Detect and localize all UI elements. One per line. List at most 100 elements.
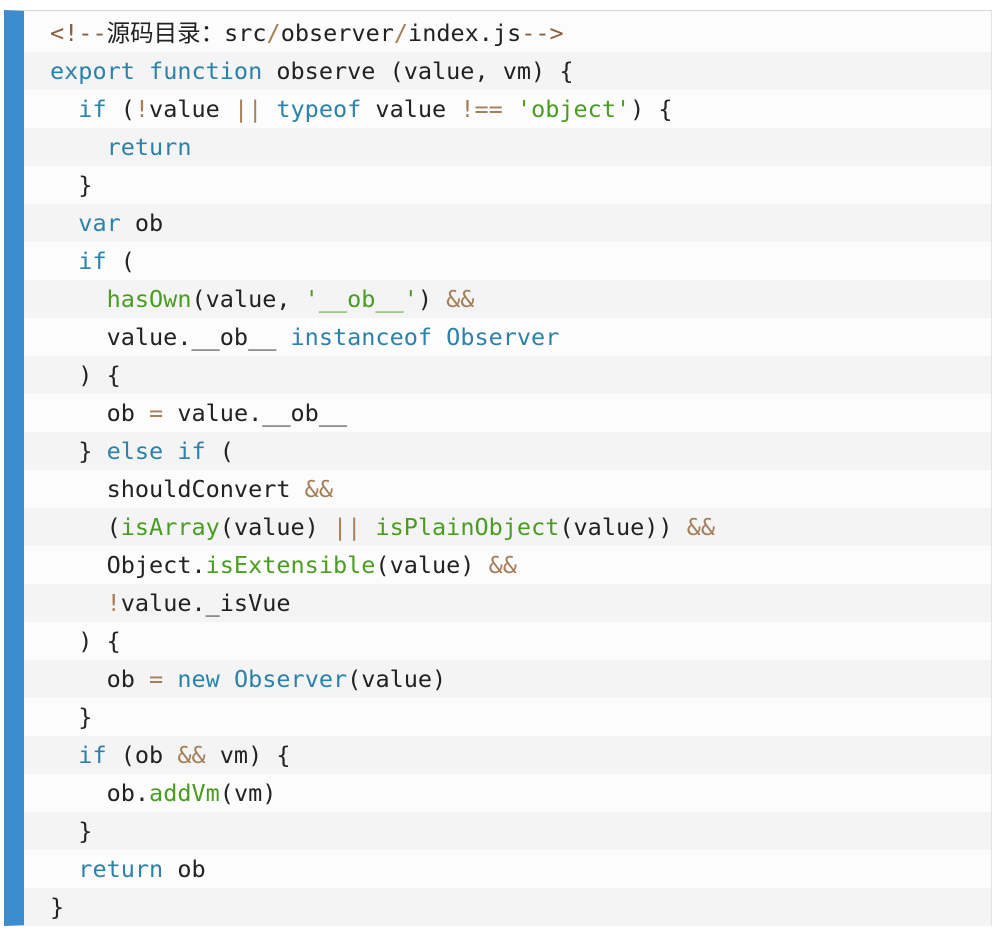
code-line: } — [24, 812, 991, 850]
token-code-text: observe (value, vm) { — [262, 57, 574, 85]
token-code-text: value.__ob__ — [50, 323, 291, 351]
token-keyword: export — [50, 57, 135, 85]
code-line: Object.isExtensible(value) && — [24, 546, 991, 584]
token-code-text: ob — [50, 399, 150, 427]
token-code-text: 源码目录：src — [106, 19, 267, 47]
token-comment-delimiter: --> — [521, 19, 564, 47]
token-string-literal: '__ob__' — [304, 285, 418, 313]
code-line: if (ob && vm) { — [24, 736, 991, 774]
token-code-text: ob — [50, 665, 150, 693]
token-keyword: new — [177, 665, 220, 693]
token-code-text: (value) — [375, 551, 489, 579]
token-code-text — [262, 95, 276, 123]
token-code-text: value._isVue — [120, 589, 291, 617]
token-code-text: (value, — [191, 285, 305, 313]
token-operator: && — [177, 741, 206, 769]
token-function-name: addVm — [149, 779, 220, 807]
code-line: } — [24, 888, 991, 926]
token-code-text — [50, 855, 78, 883]
code-line: export function observe (value, vm) { — [24, 52, 991, 90]
code-line: <!--源码目录：src/observer/index.js--> — [24, 14, 991, 52]
token-code-text: vm) { — [205, 741, 291, 769]
token-keyword: var — [78, 209, 121, 237]
token-code-text — [50, 285, 107, 313]
token-code-text: ( — [106, 95, 135, 123]
token-operator: || — [332, 513, 362, 541]
code-line: } — [24, 166, 991, 204]
token-code-text: } — [50, 703, 93, 731]
token-class-name: Observer — [233, 665, 348, 693]
token-code-text: (ob — [106, 741, 178, 769]
token-code-text: value.__ob__ — [163, 399, 348, 427]
token-code-text: ( — [205, 437, 234, 465]
token-code-text: } — [50, 817, 93, 845]
token-keyword: return — [106, 133, 192, 161]
code-line: ) { — [24, 356, 991, 394]
token-code-text — [135, 57, 149, 85]
token-keyword: typeof — [276, 95, 362, 123]
token-function-name: isPlainObject — [375, 513, 560, 541]
token-code-text — [163, 437, 177, 465]
code-line: ob = new Observer(value) — [24, 660, 991, 698]
token-code-text — [50, 209, 78, 237]
code-line: (isArray(value) || isPlainObject(value))… — [24, 508, 991, 546]
token-operator: && — [446, 285, 475, 313]
code-line: if (!value || typeof value !== 'object')… — [24, 90, 991, 128]
code-line: ob.addVm(vm) — [24, 774, 991, 812]
token-code-text: (vm) — [219, 779, 277, 807]
token-code-text: ( — [106, 247, 135, 275]
code-line: value.__ob__ instanceof Observer — [24, 318, 991, 356]
code-block: <!--源码目录：src/observer/index.js--> export … — [4, 10, 992, 926]
token-code-text: (value) — [219, 513, 333, 541]
token-code-text — [220, 665, 234, 693]
token-code-text: ) { — [630, 95, 673, 123]
token-code-text: value — [361, 95, 461, 123]
token-operator: !== — [460, 95, 503, 123]
token-code-text: } — [50, 171, 93, 199]
token-code-text — [361, 513, 375, 541]
token-code-text: ( — [50, 513, 121, 541]
token-operator: = — [149, 399, 164, 427]
token-operator: || — [233, 95, 263, 123]
token-operator: / — [266, 19, 281, 47]
code-line: ) { — [24, 622, 991, 660]
code-line: hasOwn(value, '__ob__') && — [24, 280, 991, 318]
token-code-text: } — [50, 437, 107, 465]
token-code-text — [503, 95, 517, 123]
token-keyword: instanceof — [290, 323, 433, 351]
code-line: } — [24, 698, 991, 736]
token-keyword: return — [78, 855, 164, 883]
token-operator: / — [393, 19, 409, 47]
code-line: var ob — [24, 204, 991, 242]
token-code-text — [50, 741, 78, 769]
token-operator: && — [488, 551, 517, 579]
token-code-text: ) — [417, 285, 447, 313]
token-code-text: (value) — [347, 665, 447, 693]
token-code-text: ) { — [50, 361, 121, 389]
token-code-text: Object. — [50, 551, 206, 579]
token-keyword: function — [149, 57, 263, 85]
code-line: !value._isVue — [24, 584, 991, 622]
code-line: ob = value.__ob__ — [24, 394, 991, 432]
code-line: if ( — [24, 242, 991, 280]
code-lines: <!--源码目录：src/observer/index.js--> export … — [24, 14, 991, 926]
token-code-text: observer — [280, 19, 394, 47]
token-operator: ! — [106, 589, 121, 617]
token-function-name: isExtensible — [205, 551, 376, 579]
token-function-name: hasOwn — [106, 285, 192, 313]
token-comment-delimiter: <!-- — [50, 19, 107, 47]
token-code-text — [50, 95, 78, 123]
code-line: shouldConvert && — [24, 470, 991, 508]
code-line: return ob — [24, 850, 991, 888]
token-operator: && — [304, 475, 333, 503]
token-keyword: if — [177, 437, 206, 465]
token-function-name: isArray — [120, 513, 220, 541]
token-code-text: ob — [120, 209, 164, 237]
token-operator: && — [686, 513, 716, 541]
token-keyword: else — [106, 437, 164, 465]
token-code-text: } — [50, 893, 65, 921]
token-operator: = — [149, 665, 164, 693]
code-line: } else if ( — [24, 432, 991, 470]
token-code-text — [50, 247, 78, 275]
token-code-text: index.js — [408, 19, 522, 47]
